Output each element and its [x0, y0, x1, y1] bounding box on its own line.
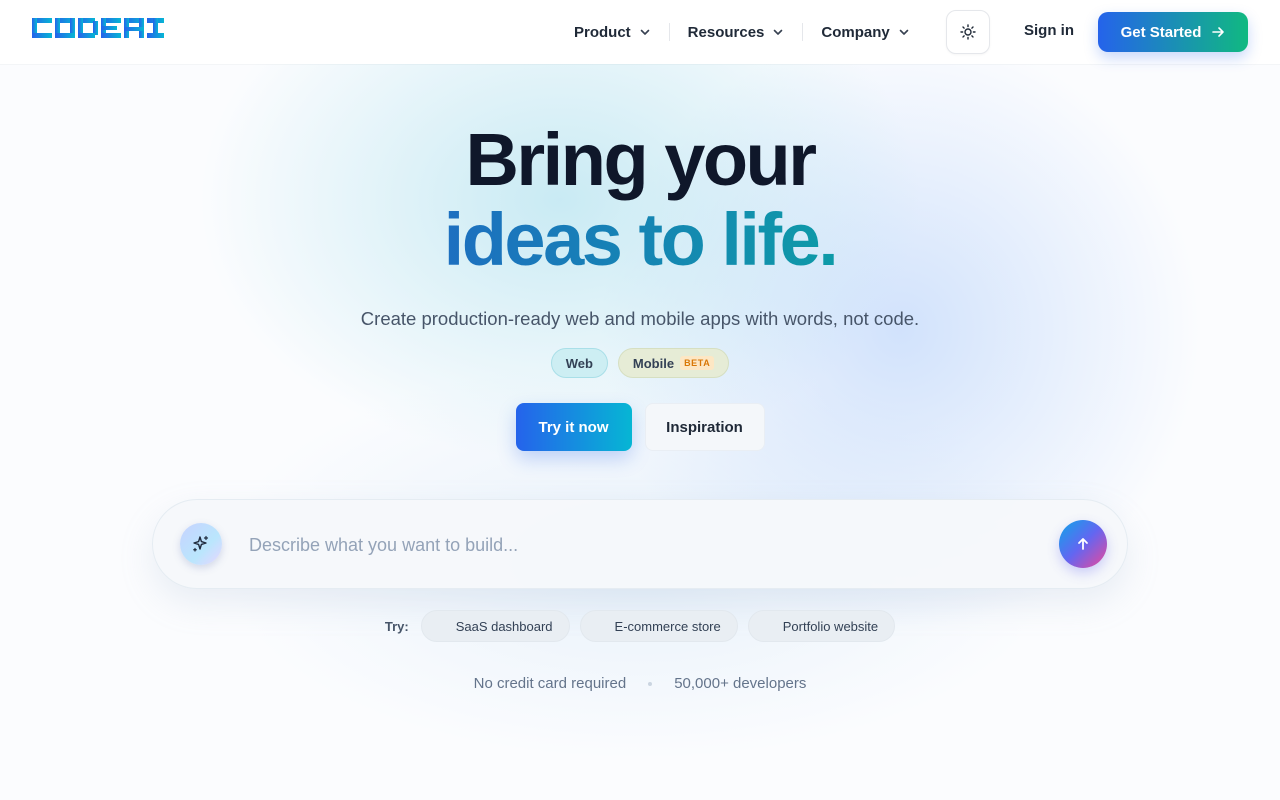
separator-dot [648, 681, 653, 686]
nav-product[interactable]: Product [560, 21, 665, 43]
suggestion-row: Try: SaaS dashboard E-commerce store Por… [0, 610, 1280, 642]
trust-note: No credit card required 50,000+ develope… [0, 675, 1280, 692]
arrow-up-icon [1078, 538, 1088, 550]
suggestion-chip-ecommerce-store[interactable]: E-commerce store [579, 610, 738, 642]
platform-pill-web-label: Web [565, 355, 593, 371]
sparkles-icon [193, 535, 209, 552]
platform-pill-mobile-label: Mobile [632, 355, 675, 371]
top-navigation-bar: Product Resources Company Sign in Get St… [0, 0, 1280, 64]
suggestion-label: Try: [384, 618, 409, 634]
chevron-down-icon [899, 29, 909, 35]
hero-title-gradient-text: ideas to life. [443, 198, 839, 281]
sparkles-badge [180, 523, 222, 565]
sun-icon [960, 24, 976, 40]
suggestion-chip-portfolio-website[interactable]: Portfolio website [747, 610, 896, 642]
nav-company-label: Company [821, 23, 890, 41]
chevron-down-icon [774, 29, 783, 35]
theme-toggle-button[interactable] [946, 10, 990, 54]
platform-pill-mobile[interactable]: Mobile BETA [617, 348, 730, 378]
get-started-button[interactable]: Get Started [1098, 12, 1248, 52]
hero-cta-row: Try it now Inspiration [0, 403, 1280, 451]
logo-wordmark-icon [32, 18, 164, 38]
nav-divider [802, 23, 804, 41]
developer-count-text: 50,000+ developers [674, 675, 807, 692]
suggestion-chip-saas-dashboard[interactable]: SaaS dashboard [420, 610, 570, 642]
sign-in-link[interactable]: Sign in [1024, 22, 1074, 39]
try-it-now-button[interactable]: Try it now [515, 403, 632, 451]
inspiration-button[interactable]: Inspiration [644, 403, 765, 451]
hero-subtitle: Create production-ready web and mobile a… [360, 308, 920, 329]
nav-product-label: Product [574, 23, 631, 41]
arrow-right-icon [1212, 27, 1225, 37]
nav-company[interactable]: Company [807, 21, 923, 43]
send-button[interactable] [1059, 520, 1107, 568]
nav-resources-label: Resources [687, 23, 765, 41]
hero-title-line-1: Bring your [465, 118, 817, 201]
brand-logo[interactable] [32, 16, 164, 45]
no-credit-card-text: No credit card required [473, 675, 627, 692]
beta-badge: BETA [680, 356, 715, 370]
prompt-input[interactable] [249, 525, 1049, 565]
main-nav: Product Resources Company [560, 0, 924, 64]
platform-pill-web[interactable]: Web [550, 348, 608, 378]
prompt-bar [152, 499, 1128, 589]
chevron-down-icon [640, 29, 649, 35]
get-started-label: Get Started [1120, 23, 1202, 41]
hero-title-line-2: ideas to life. [0, 200, 1280, 280]
nav-resources[interactable]: Resources [674, 21, 799, 43]
platform-pills: Web Mobile BETA [0, 348, 1280, 378]
nav-divider [668, 23, 670, 41]
